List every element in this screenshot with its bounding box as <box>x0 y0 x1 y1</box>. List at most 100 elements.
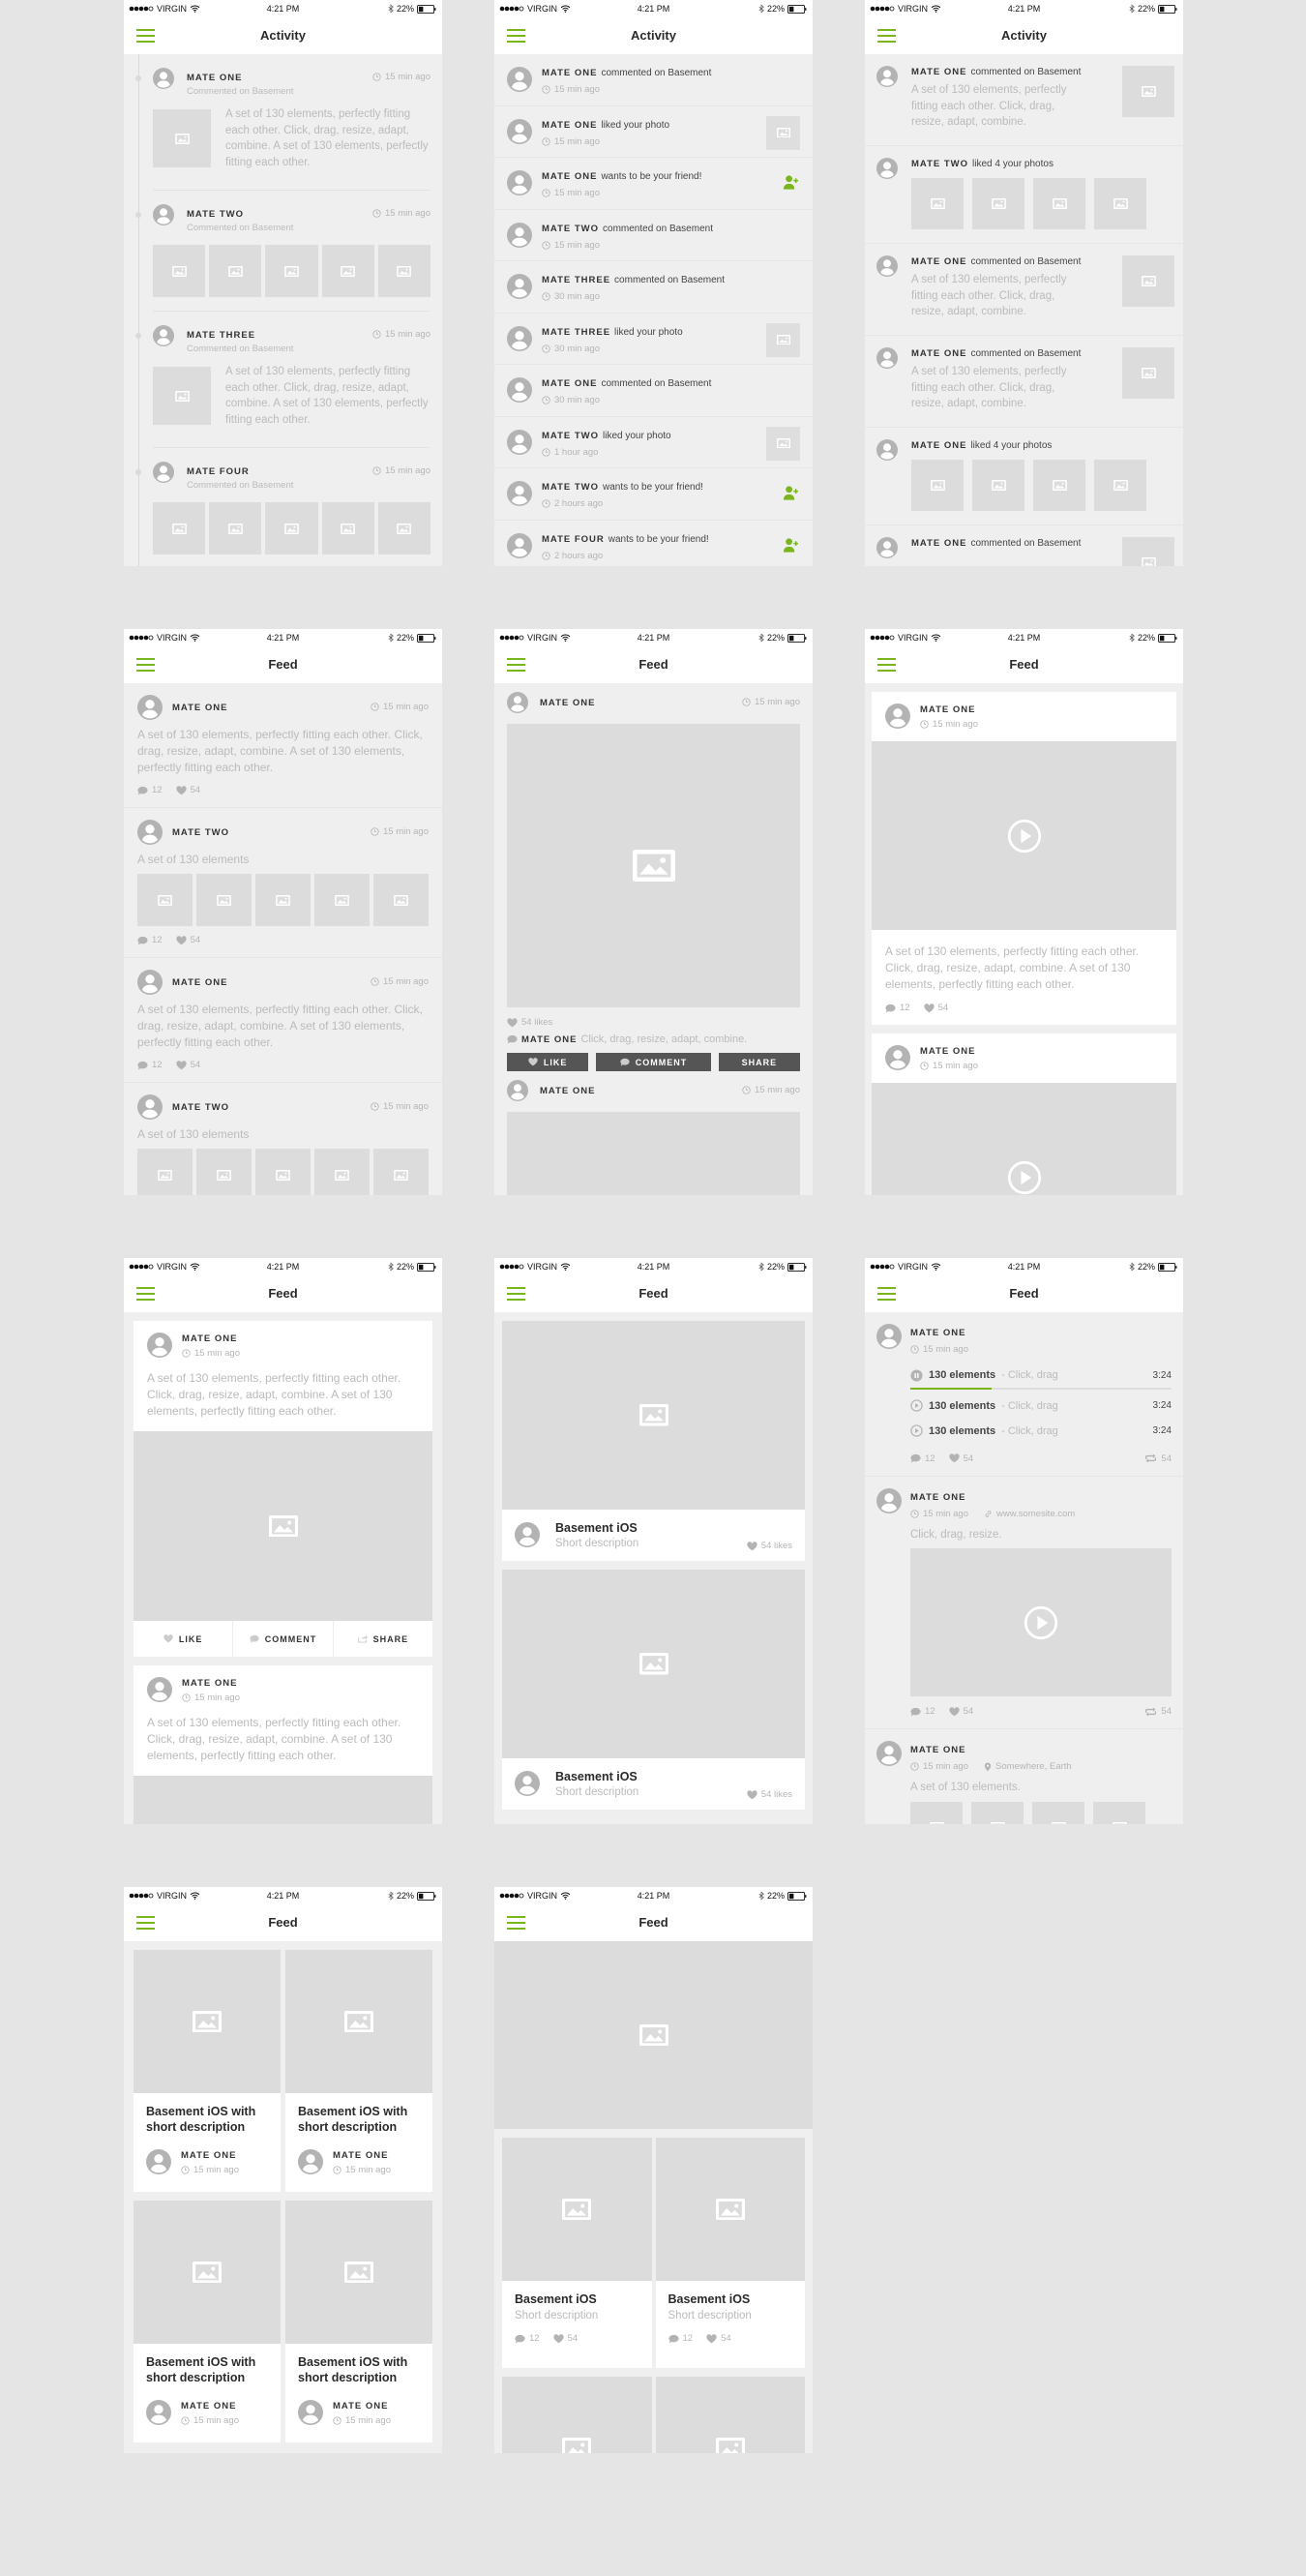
post-photo[interactable] <box>502 1321 805 1510</box>
like-count[interactable]: 54 <box>175 935 200 945</box>
play-icon[interactable] <box>1007 819 1042 854</box>
avatar[interactable] <box>298 2400 323 2425</box>
image-placeholder[interactable] <box>196 874 252 926</box>
avatar[interactable] <box>507 692 528 713</box>
user-name[interactable]: MATE ONE <box>911 348 966 359</box>
user-name[interactable]: MATE ONE <box>181 2150 236 2161</box>
photo-thumbnail[interactable] <box>766 115 800 150</box>
post-photo[interactable] <box>507 1112 800 1195</box>
avatar[interactable] <box>515 1522 540 1547</box>
likes-count[interactable]: 54 likes <box>747 1541 792 1551</box>
avatar[interactable] <box>153 325 174 346</box>
user-name[interactable]: MATE TWO <box>542 431 599 441</box>
image-placeholder[interactable] <box>1033 178 1085 229</box>
activity-row[interactable]: MATE TWO wants to be your friend! 2 hours … <box>494 468 813 521</box>
avatar[interactable] <box>147 1677 172 1702</box>
user-name[interactable]: MATE ONE <box>182 1678 237 1689</box>
comment-button[interactable]: COMMENT <box>233 1621 334 1657</box>
post-photo[interactable] <box>134 1950 281 2093</box>
avatar[interactable] <box>137 695 163 720</box>
activity-item[interactable]: MATE TWO liked 4 your photos <box>865 146 1183 244</box>
image-placeholder[interactable] <box>153 109 211 167</box>
add-friend-icon[interactable] <box>783 537 799 554</box>
user-name[interactable]: MATE ONE <box>542 171 597 182</box>
user-name[interactable]: MATE ONE <box>540 698 595 708</box>
user-name[interactable]: MATE ONE <box>542 378 597 389</box>
avatar[interactable] <box>885 704 910 729</box>
image-placeholder[interactable] <box>196 1149 252 1195</box>
repost-count[interactable]: 54 <box>1144 1453 1172 1464</box>
user-name[interactable]: MATE ONE <box>910 1745 965 1755</box>
user-name[interactable]: MATE ONE <box>920 704 975 715</box>
activity-row[interactable]: MATE ONE wants to be your friend! 15 min a… <box>494 158 813 210</box>
post-link[interactable]: www.somesite.com <box>984 1509 1075 1519</box>
like-count[interactable]: 54 <box>552 2333 578 2344</box>
user-name[interactable]: MATE ONE <box>911 440 966 451</box>
user-name[interactable]: MATE ONE <box>521 1034 577 1045</box>
like-button[interactable]: LIKE <box>507 1053 589 1071</box>
grid-card[interactable]: Basement iOS with short description MATE … <box>285 1950 432 2192</box>
avatar[interactable] <box>507 429 532 455</box>
avatar[interactable] <box>153 204 174 225</box>
avatar[interactable] <box>876 66 898 87</box>
avatar[interactable] <box>507 170 532 195</box>
comment-count[interactable]: 12 <box>515 2333 540 2344</box>
activity-row[interactable]: MATE TWO liked your photo 1 hour ago <box>494 417 813 468</box>
hero-image[interactable] <box>494 1941 813 2129</box>
avatar[interactable] <box>137 970 163 995</box>
image-placeholder[interactable] <box>255 874 311 926</box>
image-placeholder[interactable] <box>377 502 431 554</box>
post-photo[interactable] <box>502 2377 652 2453</box>
video-player[interactable] <box>872 741 1176 930</box>
user-name[interactable]: MATE ONE <box>333 2150 388 2161</box>
avatar[interactable] <box>876 255 898 277</box>
user-name[interactable]: MATE ONE <box>182 1333 237 1344</box>
post-photo[interactable] <box>655 2377 805 2453</box>
activity-item[interactable]: MATE ONE commented on Basement A set of 13… <box>865 336 1183 428</box>
like-count[interactable]: 54 <box>948 1706 973 1717</box>
post-photo[interactable] <box>285 2201 432 2344</box>
grid-card[interactable]: Basement iOS Short description 12 54 <box>655 2138 805 2368</box>
comment-count[interactable]: 12 <box>910 1706 935 1717</box>
comment-count[interactable]: 12 <box>137 785 163 795</box>
user-name[interactable]: MATE TWO <box>542 224 599 234</box>
avatar[interactable] <box>298 2149 323 2174</box>
post-photo[interactable] <box>285 1950 432 2093</box>
photo-thumbnail[interactable] <box>766 322 800 357</box>
likes-count[interactable]: 54 likes <box>747 1789 792 1800</box>
image-placeholder[interactable] <box>209 502 262 554</box>
image-placeholder[interactable] <box>911 178 964 229</box>
like-count[interactable]: 54 <box>706 2333 731 2344</box>
grid-card[interactable]: Basement iOS with short description MATE … <box>285 2201 432 2442</box>
user-name[interactable]: MATE TWO <box>911 159 968 169</box>
image-placeholder[interactable] <box>377 245 431 297</box>
activity-row[interactable]: MATE TWO commented on Basement 15 min ago <box>494 210 813 261</box>
post-photo[interactable] <box>134 1776 432 1824</box>
repost-count[interactable]: 54 <box>1144 1706 1172 1717</box>
activity-item[interactable]: MATE ONE commented on Basement A set of 13… <box>865 244 1183 336</box>
avatar[interactable] <box>515 1771 540 1796</box>
avatar[interactable] <box>507 222 532 248</box>
image-placeholder[interactable] <box>137 874 193 926</box>
user-name[interactable]: MATE THREE <box>187 330 255 341</box>
avatar[interactable] <box>137 1094 163 1120</box>
user-name[interactable]: MATE ONE <box>910 1492 965 1503</box>
user-name[interactable]: MATE THREE <box>542 327 610 338</box>
like-button[interactable]: LIKE <box>134 1621 234 1657</box>
image-placeholder[interactable] <box>265 245 318 297</box>
user-name[interactable]: MATE TWO <box>172 1102 229 1113</box>
photo-thumbnail[interactable] <box>1122 347 1174 399</box>
image-placeholder[interactable] <box>137 1149 193 1195</box>
share-button[interactable]: SHARE <box>718 1053 800 1071</box>
post-photo[interactable] <box>502 1570 805 1758</box>
user-name[interactable]: MATE ONE <box>911 256 966 267</box>
comment-count[interactable]: 12 <box>137 935 163 945</box>
image-placeholder[interactable] <box>265 502 318 554</box>
avatar[interactable] <box>876 439 898 461</box>
avatar[interactable] <box>153 68 174 89</box>
gallery-card[interactable]: Basement iOS Short description 54 likes <box>502 1570 805 1810</box>
post-photo[interactable] <box>502 2138 652 2281</box>
activity-row[interactable]: MATE FOUR wants to be your friend! 2 hours… <box>494 521 813 567</box>
post-photo[interactable] <box>655 2138 805 2281</box>
avatar[interactable] <box>876 537 898 558</box>
